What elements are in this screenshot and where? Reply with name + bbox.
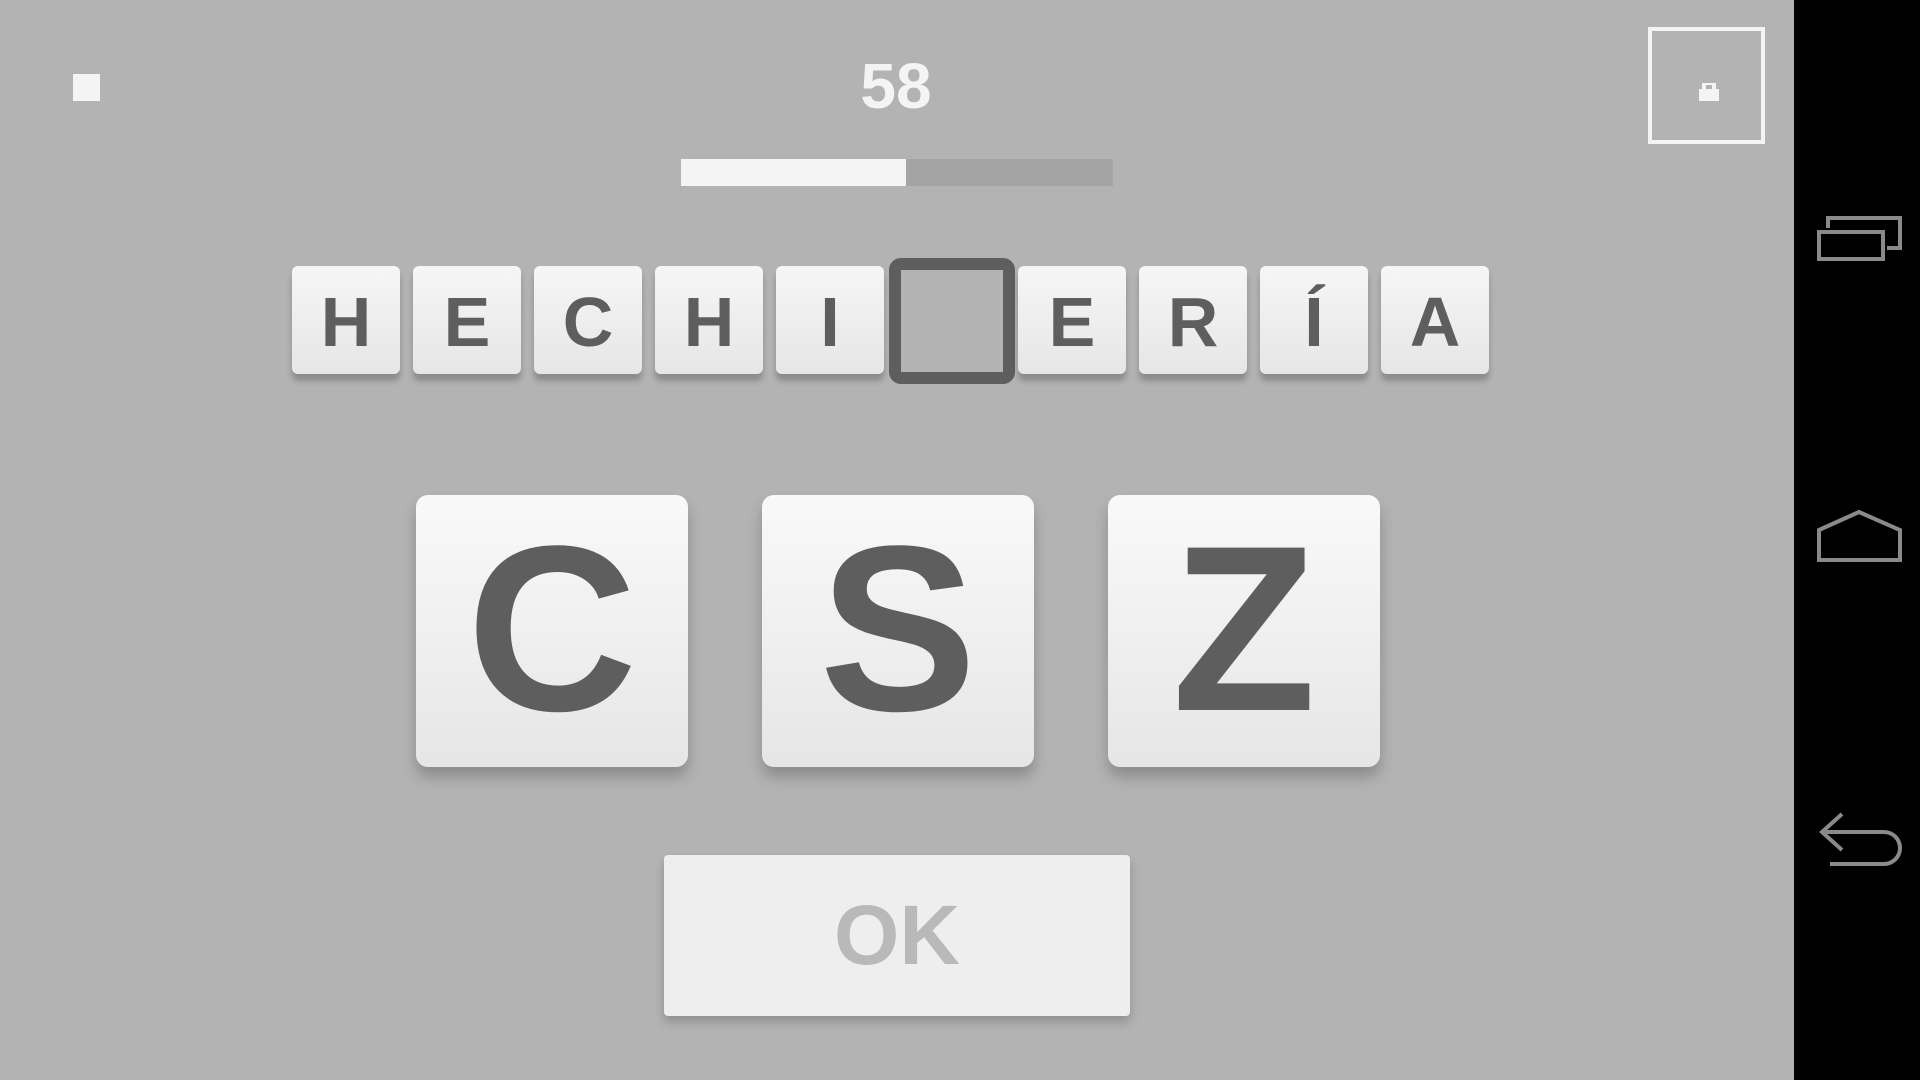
timer-progress-bar — [681, 159, 1113, 186]
choice-button-s[interactable]: S — [762, 495, 1034, 767]
word-letter-tile: H — [292, 266, 400, 374]
hint-button[interactable] — [1648, 27, 1765, 144]
choice-button-z[interactable]: Z — [1108, 495, 1380, 767]
stop-icon — [73, 74, 100, 101]
missing-letter-slot — [889, 258, 1015, 384]
home-icon[interactable] — [1816, 508, 1904, 564]
score-display: 58 — [860, 50, 932, 122]
word-letter-tile: I — [776, 266, 884, 374]
timer-progress-fill — [681, 159, 906, 186]
word-letter-tile: C — [534, 266, 642, 374]
word-letter-tile: E — [1018, 266, 1126, 374]
word-letter-tile: E — [413, 266, 521, 374]
choice-button-c[interactable]: C — [416, 495, 688, 767]
word-letter-tile: H — [655, 266, 763, 374]
back-icon[interactable] — [1816, 808, 1912, 868]
lock-icon — [1699, 83, 1719, 101]
word-letter-tile: R — [1139, 266, 1247, 374]
word-letter-tile: Í — [1260, 266, 1368, 374]
stop-button[interactable] — [60, 60, 120, 114]
recent-apps-icon[interactable] — [1816, 212, 1904, 262]
word-letter-tile: A — [1381, 266, 1489, 374]
game-area: 58 H E C H I E R Í A C S Z OK — [0, 0, 1794, 1080]
ok-button[interactable]: OK — [664, 855, 1130, 1016]
